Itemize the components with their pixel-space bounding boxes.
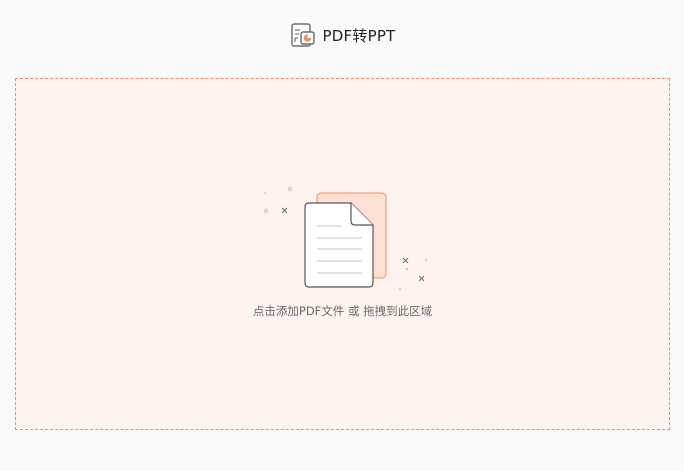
app-title: PDF转PPT: [322, 26, 396, 45]
header-title-group: PDF转PPT: [289, 21, 396, 49]
document-upload-icon: [256, 183, 436, 303]
pdf-to-ppt-icon: [289, 21, 317, 49]
file-drop-zone[interactable]: 点击添加PDF文件 或 拖拽到此区域: [15, 78, 670, 430]
drop-hint-text: 点击添加PDF文件 或 拖拽到此区域: [252, 304, 433, 318]
header: PDF转PPT: [0, 20, 684, 50]
